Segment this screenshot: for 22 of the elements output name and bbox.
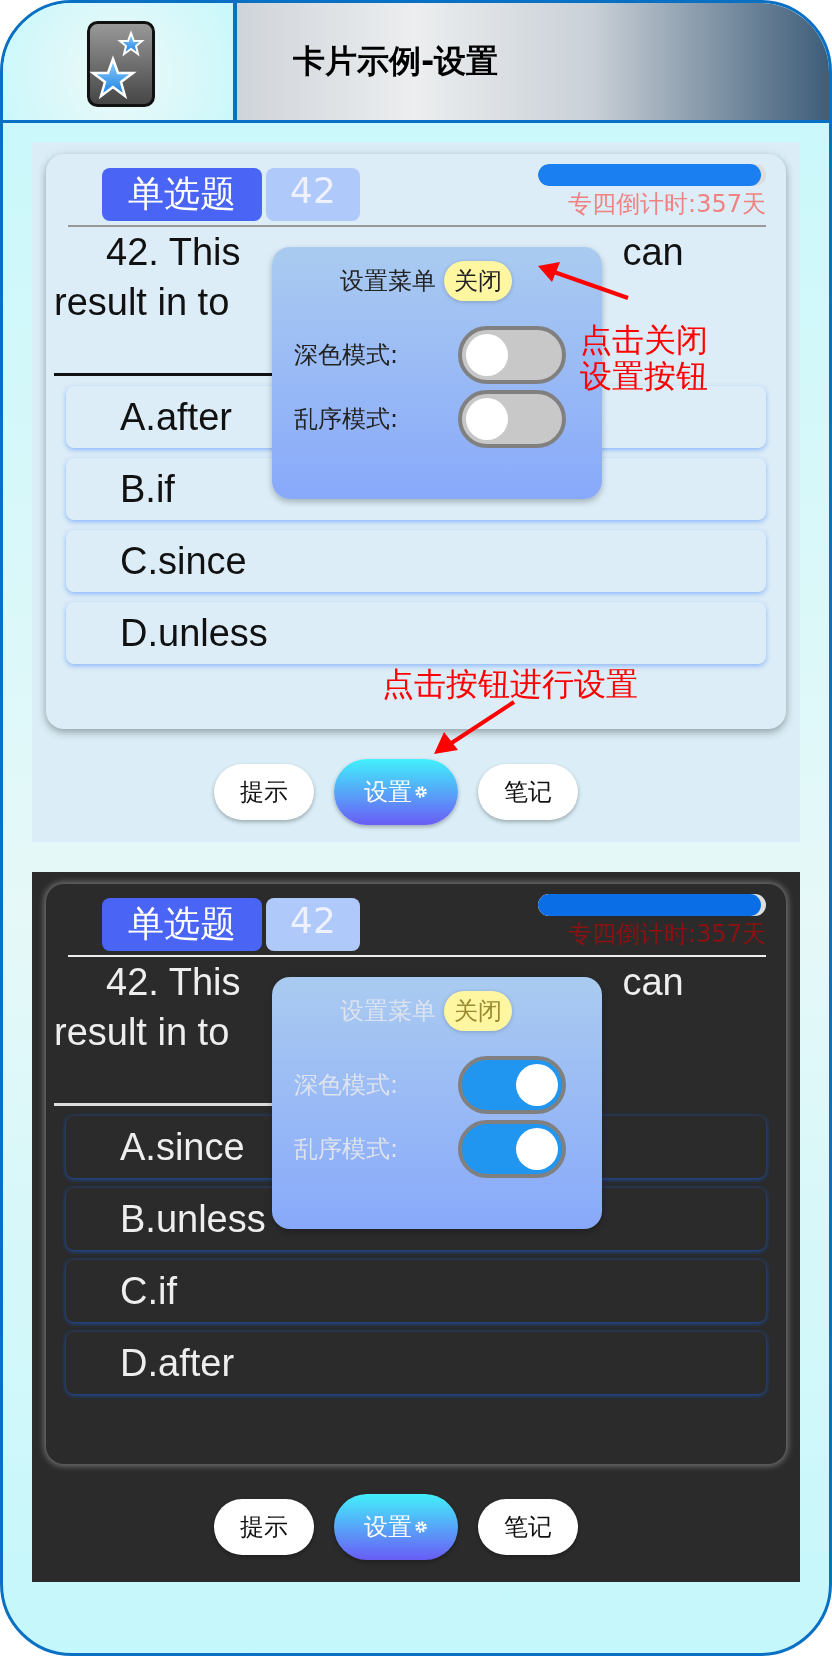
- question-number-tag: 42: [266, 168, 360, 221]
- menu-title: 设置菜单: [340, 996, 436, 1027]
- question-text: 42. This: [106, 960, 241, 1005]
- question-number-tag: 42: [266, 898, 360, 951]
- question-text: can: [622, 960, 684, 1005]
- toggle-label: 深色模式:: [294, 1070, 400, 1101]
- annotation-text: 点击关闭: [580, 322, 708, 358]
- question-type-tag: 单选题: [102, 898, 262, 951]
- question-type-tag: 单选题: [102, 168, 262, 221]
- question-text: 42. This: [106, 230, 241, 275]
- toggle-label: 深色模式:: [294, 340, 400, 371]
- menu-title: 设置菜单: [340, 266, 436, 297]
- toggle-label: 乱序模式:: [294, 404, 400, 435]
- toggle-label: 乱序模式:: [294, 1134, 400, 1165]
- question-text: can: [622, 230, 684, 275]
- countdown-text: 专四倒计时:357天: [568, 189, 766, 220]
- annotation-text: 点击按钮进行设置: [382, 666, 638, 702]
- question-text: result in to: [54, 280, 230, 325]
- question-text: result in to: [54, 1010, 230, 1055]
- annotation-text: 设置按钮: [580, 358, 708, 394]
- countdown-text: 专四倒计时:357天: [568, 919, 766, 950]
- window-title: 卡片示例-设置: [293, 40, 499, 82]
